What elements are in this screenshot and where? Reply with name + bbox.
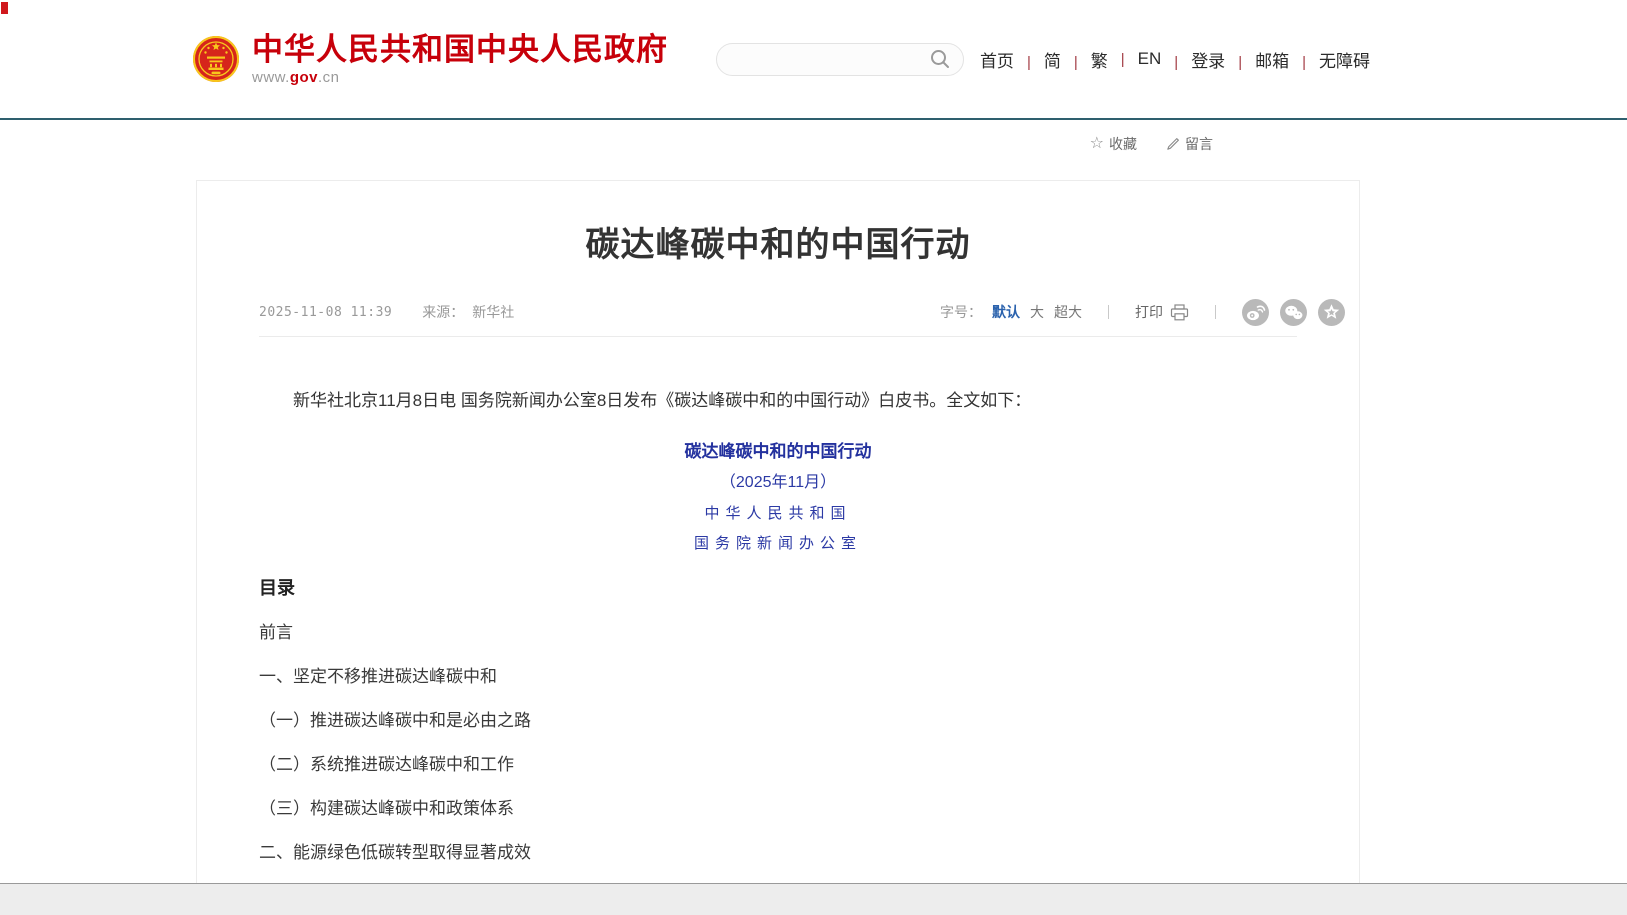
article-card: 碳达峰碳中和的中国行动 2025-11-08 11:39 来源： 新华社 字号：… — [196, 180, 1360, 883]
wechat-icon[interactable] — [1280, 299, 1307, 326]
national-emblem-icon — [192, 35, 240, 83]
font-size-label: 字号： — [940, 302, 982, 322]
nav-home[interactable]: 首页 — [980, 47, 1014, 72]
publish-date: 2025-11-08 11:39 — [259, 305, 392, 320]
nav-login[interactable]: 登录 — [1161, 47, 1225, 72]
print-label: 打印 — [1135, 302, 1163, 322]
site-url: www.gov.cn — [252, 69, 668, 86]
toc-item-1-1: （一）推进碳达峰碳中和是必由之路 — [259, 712, 1297, 730]
toc-item-preface: 前言 — [259, 624, 1297, 642]
separator — [1108, 305, 1109, 319]
document-body: 新华社北京11月8日电 国务院新闻办公室8日发布《碳达峰碳中和的中国行动》白皮书… — [197, 389, 1359, 883]
whitepaper-issuer-1: 中华人民共和国 — [259, 504, 1297, 522]
nav-english[interactable]: EN — [1108, 49, 1162, 69]
logo-text: 中华人民共和国中央人民政府 www.gov.cn — [252, 33, 668, 86]
whitepaper-date: （2025年11月） — [259, 474, 1297, 492]
qzone-icon[interactable] — [1318, 299, 1345, 326]
whitepaper-title: 碳达峰碳中和的中国行动 — [259, 441, 1297, 462]
star-outline-icon: ☆ — [1090, 136, 1104, 152]
font-size-large[interactable]: 大 — [1030, 302, 1044, 322]
search-icon[interactable] — [929, 48, 951, 70]
search-bar[interactable] — [716, 43, 964, 76]
print-button[interactable]: 打印 — [1135, 302, 1189, 322]
toc-item-1: 一、坚定不移推进碳达峰碳中和 — [259, 668, 1297, 686]
printer-icon — [1170, 304, 1189, 321]
article-meta: 2025-11-08 11:39 来源： 新华社 字号： 默认 大 超大 打印 — [259, 301, 1345, 323]
nav-mail[interactable]: 邮箱 — [1225, 47, 1289, 72]
source-link[interactable]: 新华社 — [472, 302, 514, 322]
favorite-button[interactable]: ☆ 收藏 — [1090, 134, 1137, 154]
article-title: 碳达峰碳中和的中国行动 — [197, 225, 1359, 265]
share-icons — [1242, 299, 1345, 326]
nav-simplified[interactable]: 简 — [1014, 47, 1061, 72]
meta-divider — [259, 336, 1297, 337]
corner-artifact — [1, 2, 8, 14]
toc-item-1-2: （二）系统推进碳达峰碳中和工作 — [259, 756, 1297, 774]
meta-right: 字号： 默认 大 超大 打印 — [940, 299, 1345, 326]
weibo-icon[interactable] — [1242, 299, 1269, 326]
meta-left: 2025-11-08 11:39 来源： 新华社 — [259, 302, 514, 322]
favorite-label: 收藏 — [1109, 134, 1137, 154]
nav-traditional[interactable]: 繁 — [1061, 47, 1108, 72]
top-nav: 首页 简 繁 EN 登录 邮箱 无障碍 — [980, 47, 1370, 72]
source-label: 来源： — [422, 302, 464, 322]
site-title: 中华人民共和国中央人民政府 — [252, 33, 668, 67]
pen-icon — [1165, 137, 1180, 152]
toc-item-2: 二、能源绿色低碳转型取得显著成效 — [259, 844, 1297, 862]
next-section-edge — [0, 883, 1627, 915]
comment-button[interactable]: 留言 — [1165, 134, 1213, 154]
comment-label: 留言 — [1185, 134, 1213, 154]
font-size-default[interactable]: 默认 — [992, 302, 1020, 322]
site-header: 中华人民共和国中央人民政府 www.gov.cn 首页 简 繁 EN 登录 邮箱… — [0, 0, 1627, 118]
whitepaper-issuer-2: 国务院新闻办公室 — [259, 534, 1297, 552]
toc-item-1-3: （三）构建碳达峰碳中和政策体系 — [259, 800, 1297, 818]
search-input[interactable] — [733, 51, 929, 67]
lead-paragraph: 新华社北京11月8日电 国务院新闻办公室8日发布《碳达峰碳中和的中国行动》白皮书… — [259, 389, 1297, 413]
separator — [1215, 305, 1216, 319]
nav-accessibility[interactable]: 无障碍 — [1289, 47, 1370, 72]
site-logo[interactable]: 中华人民共和国中央人民政府 www.gov.cn — [192, 33, 668, 86]
page-actions: ☆ 收藏 留言 — [0, 120, 1627, 180]
font-size-xlarge[interactable]: 超大 — [1054, 302, 1082, 322]
toc-heading: 目录 — [259, 578, 1297, 598]
